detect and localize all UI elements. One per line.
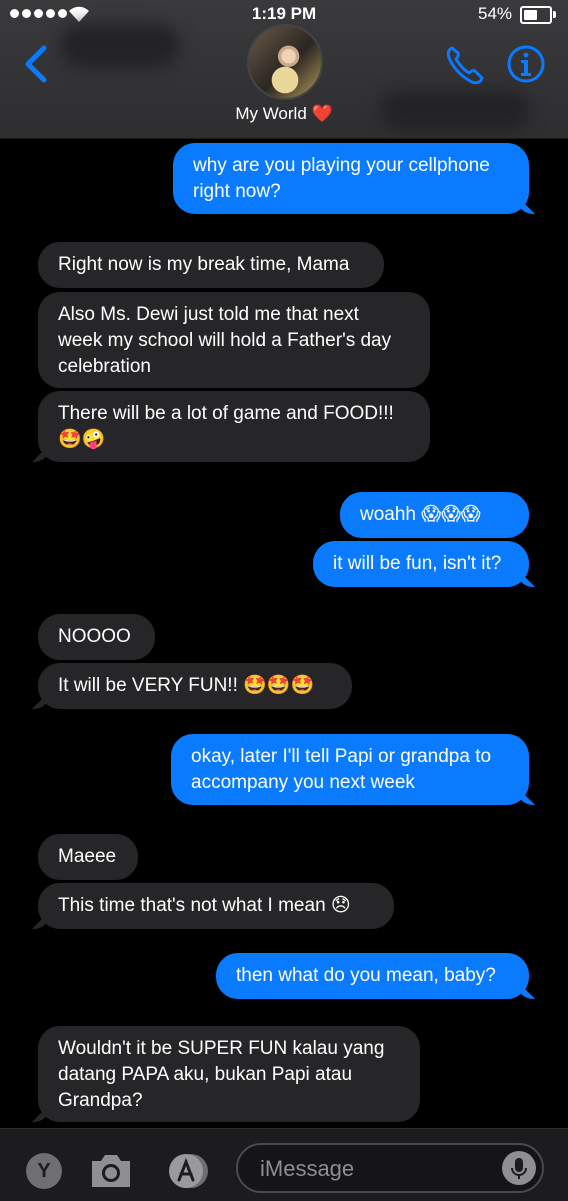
message-bubble-outgoing[interactable]: why are you playing your cellphone right… <box>173 143 529 214</box>
message-line: then what do you mean, baby? <box>236 965 496 986</box>
message-bubble-incoming[interactable]: There will be a lot of game and FOOD!!! … <box>38 391 430 462</box>
message-bubble-incoming[interactable]: Right now is my break time, Mama <box>38 242 384 288</box>
message-bubble-outgoing[interactable]: woahh 😱😱😱 <box>340 492 529 538</box>
compose-bar: Y iMessage <box>0 1128 568 1201</box>
message-bubble-incoming[interactable]: Maeee <box>38 834 138 880</box>
message-bubble-incoming[interactable]: NOOOO <box>38 614 155 660</box>
message-line: week my school will hold a Father's day <box>58 330 392 351</box>
message-bubble-outgoing[interactable]: it will be fun, isn't it? <box>313 541 529 587</box>
apps-button[interactable]: Y <box>26 1153 62 1189</box>
message-bubble-outgoing[interactable]: then what do you mean, baby? <box>216 953 529 999</box>
conversation-header: 1:19 PM 54% My World ❤️ <box>0 0 568 139</box>
contact-avatar[interactable] <box>247 24 323 100</box>
message-line: This time that's not what I mean 😞 <box>58 895 351 916</box>
message-bubble-outgoing[interactable]: okay, later I'll tell Papi or grandpa to… <box>171 734 529 805</box>
message-list[interactable]: why are you playing your cellphone right… <box>0 138 568 1128</box>
message-bubble-incoming[interactable]: Wouldn't it be SUPER FUN kalau yang data… <box>38 1026 420 1122</box>
message-line: It will be VERY FUN!! 🤩🤩🤩 <box>58 675 315 696</box>
message-line: why are you playing your cellphone <box>193 155 490 176</box>
redacted-region <box>60 24 180 68</box>
message-line: Also Ms. Dewi just told me that next <box>58 304 359 325</box>
message-line: NOOOO <box>58 626 131 647</box>
microphone-icon[interactable] <box>502 1151 536 1185</box>
message-line: 🤩🤪 <box>58 429 106 450</box>
message-line: accompany you next week <box>191 772 415 793</box>
battery-icon <box>520 6 556 24</box>
message-line: celebration <box>58 356 151 377</box>
phone-icon[interactable] <box>444 42 484 86</box>
message-line: Maeee <box>58 846 117 867</box>
contact-name[interactable]: My World ❤️ <box>0 104 568 124</box>
message-bubble-incoming[interactable]: This time that's not what I mean 😞 <box>38 883 394 929</box>
message-line: datang PAPA aku, bukan Papi atau <box>58 1064 353 1085</box>
message-bubble-incoming[interactable]: Also Ms. Dewi just told me that next wee… <box>38 292 430 388</box>
message-line: okay, later I'll tell Papi or grandpa to <box>191 746 492 767</box>
message-line: right now? <box>193 181 281 202</box>
message-line: Right now is my break time, Mama <box>58 254 350 275</box>
message-bubble-incoming[interactable]: It will be VERY FUN!! 🤩🤩🤩 <box>38 663 352 709</box>
message-line: There will be a lot of game and FOOD!!! <box>58 403 394 424</box>
camera-icon[interactable] <box>88 1149 134 1191</box>
battery-percentage: 54% <box>478 4 513 23</box>
message-line: it will be fun, isn't it? <box>333 553 502 574</box>
app-store-icon[interactable] <box>162 1151 212 1191</box>
message-line: Grandpa? <box>58 1090 143 1111</box>
message-line: woahh 😱😱😱 <box>360 504 481 525</box>
message-input[interactable]: iMessage <box>236 1143 544 1193</box>
message-input-placeholder: iMessage <box>260 1156 355 1181</box>
info-icon[interactable] <box>506 44 546 84</box>
back-chevron-icon[interactable] <box>18 42 58 86</box>
message-line: Wouldn't it be SUPER FUN kalau yang <box>58 1038 385 1059</box>
